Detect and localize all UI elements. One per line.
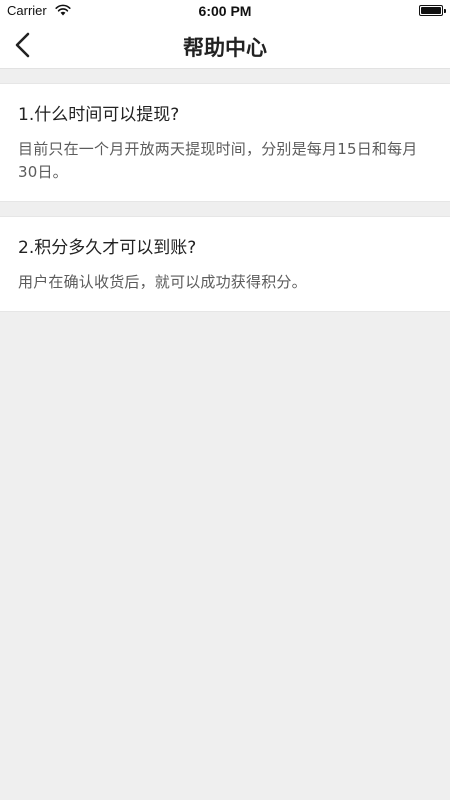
faq-answer: 目前只在一个月开放两天提现时间，分别是每月15日和每月30日。 (18, 140, 418, 181)
status-time: 6:00 PM (198, 3, 252, 19)
faq-question: 1.什么时间可以提现? (18, 105, 180, 125)
faq-question: 2.积分多久才可以到账? (18, 238, 197, 258)
page-title: 帮助中心 (183, 36, 267, 60)
faq-item: 1.什么时间可以提现? 目前只在一个月开放两天提现时间，分别是每月15日和每月3… (0, 83, 450, 202)
faq-item: 2.积分多久才可以到账? 用户在确认收货后，就可以成功获得积分。 (0, 216, 450, 312)
navigation-bar: 帮助中心 (0, 22, 450, 69)
faq-list: 1.什么时间可以提现? 目前只在一个月开放两天提现时间，分别是每月15日和每月3… (0, 69, 450, 312)
status-bar: Carrier 6:00 PM (0, 0, 450, 22)
faq-answer: 用户在确认收货后，就可以成功获得积分。 (18, 273, 307, 291)
battery-icon (419, 5, 446, 16)
